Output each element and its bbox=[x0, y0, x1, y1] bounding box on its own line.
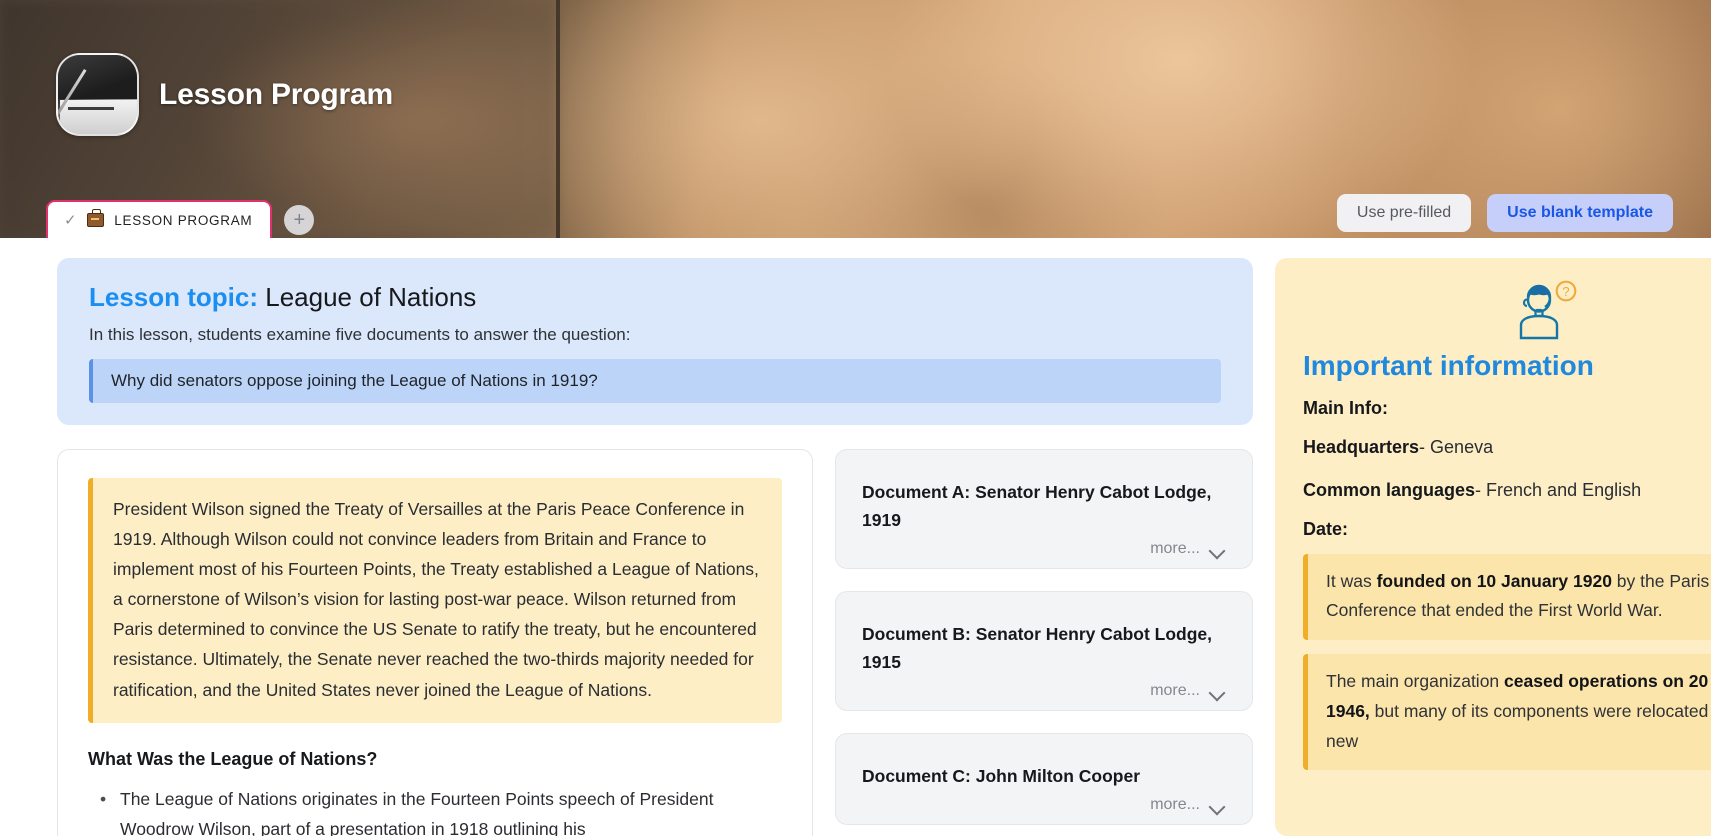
lesson-topic-label: Lesson topic: bbox=[89, 282, 259, 312]
document-expand-b[interactable]: more... bbox=[862, 676, 1226, 700]
document-list: Document A: Senator Henry Cabot Lodge, 1… bbox=[835, 449, 1253, 825]
more-label: more... bbox=[1150, 540, 1200, 557]
document-title: Document B: Senator Henry Cabot Lodge, 1… bbox=[862, 624, 1213, 672]
document-expand-a[interactable]: more... bbox=[862, 534, 1226, 558]
document-card-c[interactable]: Document C: John Milton Cooper more... bbox=[835, 733, 1253, 825]
lesson-topic-card: Lesson topic: League of Nations In this … bbox=[57, 258, 1253, 425]
lesson-topic-value: League of Nations bbox=[265, 282, 477, 312]
important-information-panel: ? Important information Main Info: Headq… bbox=[1275, 258, 1711, 836]
left-column: Lesson topic: League of Nations In this … bbox=[57, 258, 1253, 836]
check-icon: ✓ bbox=[64, 211, 78, 229]
svg-text:?: ? bbox=[1562, 284, 1569, 299]
plus-icon[interactable]: + bbox=[284, 205, 315, 235]
tab-label: LESSON PROGRAM bbox=[114, 212, 253, 228]
info-row-headquarters: Headquarters- Geneva bbox=[1303, 433, 1711, 462]
notebook-pen-icon bbox=[56, 53, 139, 136]
info-row-label: Common languages bbox=[1303, 479, 1476, 500]
list-item: The League of Nations originates in the … bbox=[88, 784, 782, 836]
info-row-value: French and English bbox=[1486, 479, 1642, 500]
lesson-bullet-list: The League of Nations originates in the … bbox=[88, 784, 782, 836]
main-content: Lesson topic: League of Nations In this … bbox=[0, 238, 1711, 836]
lesson-body-panel: President Wilson signed the Treaty of Ve… bbox=[57, 449, 813, 836]
person-question-icon: ? bbox=[1303, 280, 1711, 342]
callout-pre: The main organization bbox=[1326, 671, 1505, 692]
more-label: more... bbox=[1150, 682, 1200, 699]
callout-bold: founded on 10 January 1920 bbox=[1376, 570, 1612, 591]
info-row-label: Headquarters bbox=[1303, 437, 1420, 457]
tab-lesson-program[interactable]: ✓ LESSON PROGRAM bbox=[46, 200, 273, 238]
chevron-down-icon bbox=[1210, 801, 1226, 810]
lesson-intro-callout: President Wilson signed the Treaty of Ve… bbox=[88, 478, 782, 723]
right-column: ? Important information Main Info: Headq… bbox=[1275, 258, 1711, 836]
briefcase-icon bbox=[87, 209, 105, 227]
info-row-value: Geneva bbox=[1430, 437, 1494, 457]
chevron-down-icon bbox=[1210, 687, 1226, 696]
use-prefilled-button[interactable]: Use pre-filled bbox=[1336, 194, 1472, 232]
document-title: Document C: John Milton Cooper bbox=[862, 766, 1141, 786]
document-card-a[interactable]: Document A: Senator Henry Cabot Lodge, 1… bbox=[835, 449, 1253, 569]
date-heading: Date: bbox=[1303, 518, 1349, 539]
info-row-sep: - bbox=[1419, 437, 1431, 457]
lesson-question: Why did senators oppose joining the Leag… bbox=[89, 359, 1221, 403]
page-title: Lesson Program bbox=[159, 77, 393, 111]
important-information-title: Important information bbox=[1303, 350, 1594, 381]
lesson-section-heading: What Was the League of Nations? bbox=[88, 748, 378, 769]
lesson-topic-heading: Lesson topic: League of Nations bbox=[89, 282, 1221, 313]
brand: Lesson Program bbox=[56, 53, 393, 136]
document-card-b[interactable]: Document B: Senator Henry Cabot Lodge, 1… bbox=[835, 591, 1253, 711]
document-title: Document A: Senator Henry Cabot Lodge, 1… bbox=[862, 482, 1212, 530]
header-banner: Lesson Program ✓ LESSON PROGRAM + Use pr… bbox=[0, 0, 1711, 238]
info-row-languages: Common languages- French and English bbox=[1303, 476, 1711, 505]
main-info-heading: Main Info: bbox=[1303, 398, 1388, 418]
document-expand-c[interactable]: more... bbox=[862, 790, 1226, 814]
lesson-topic-subtitle: In this lesson, students examine five do… bbox=[89, 325, 631, 344]
more-label: more... bbox=[1150, 796, 1200, 813]
date-callout-ceased: The main organization ceased operations … bbox=[1303, 654, 1711, 771]
info-row-sep: - bbox=[1475, 479, 1487, 500]
chevron-down-icon bbox=[1210, 545, 1226, 554]
use-blank-template-button[interactable]: Use blank template bbox=[1487, 194, 1673, 232]
banner-actions: Use pre-filled Use blank template bbox=[1336, 194, 1673, 232]
callout-pre: It was bbox=[1326, 570, 1377, 591]
date-callout-founded: It was founded on 10 January 1920 by the… bbox=[1303, 553, 1711, 641]
callout-post: but many of its components were relocate… bbox=[1326, 700, 1711, 751]
